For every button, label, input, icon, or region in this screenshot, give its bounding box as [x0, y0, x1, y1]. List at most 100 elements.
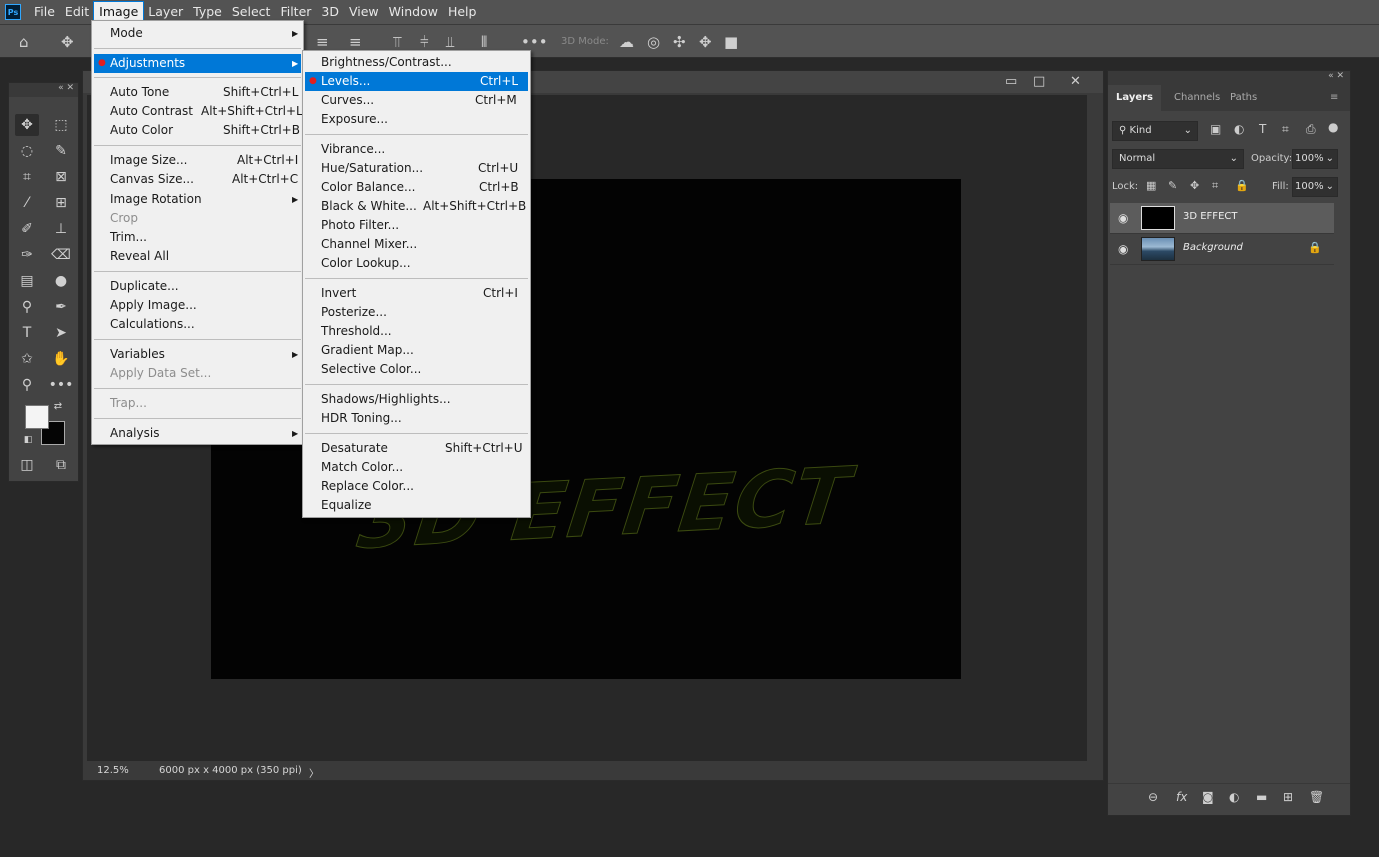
menu-item-threshold[interactable]: Threshold... [305, 322, 528, 341]
fill-input[interactable]: 100% ⌄ [1292, 177, 1338, 197]
frame-tool-icon[interactable]: ⊠ [49, 166, 73, 188]
opacity-input[interactable]: 100% ⌄ [1292, 149, 1338, 169]
menu-item-brightness-contrast[interactable]: Brightness/Contrast... [305, 53, 528, 72]
path-selection-tool-icon[interactable]: ➤ [49, 322, 73, 344]
filter-smart-object-icon[interactable]: ⎙ [1306, 122, 1316, 137]
layers-panel-header[interactable]: « ✕ [1108, 71, 1350, 85]
crop-tool-icon[interactable]: ⌗ [15, 166, 39, 188]
blur-tool-icon[interactable]: ● [49, 270, 73, 292]
link-layers-icon[interactable]: ⊖ [1148, 790, 1158, 804]
distribute-middle-icon[interactable]: ⫩ [420, 33, 429, 51]
visibility-eye-icon[interactable]: ◉ [1118, 242, 1128, 256]
swap-colors-icon[interactable]: ⇄ [51, 399, 65, 413]
distribute-bottom-icon[interactable]: ⫫ [446, 33, 454, 51]
filter-adjustment-icon[interactable]: ◐ [1234, 122, 1244, 136]
menu-type[interactable]: Type [188, 2, 227, 22]
menu-item-variables[interactable]: Variables ▶ [94, 345, 301, 364]
menu-file[interactable]: File [29, 2, 60, 22]
history-brush-tool-icon[interactable]: ✑ [15, 244, 39, 266]
menu-filter[interactable]: Filter [275, 2, 316, 22]
layer-filter-select[interactable]: ⚲ Kind ⌄ [1112, 121, 1198, 141]
menu-edit[interactable]: Edit [60, 2, 94, 22]
edit-toolbar-icon[interactable]: ••• [49, 374, 74, 396]
menu-item-canvas-size[interactable]: Canvas Size... Alt+Ctrl+C [94, 170, 301, 189]
zoom-level[interactable]: 12.5% [97, 765, 129, 776]
hand-tool-icon[interactable]: ✋ [49, 348, 73, 370]
menu-item-curves[interactable]: Curves... Ctrl+M [305, 91, 528, 110]
dodge-tool-icon[interactable]: ⚲ [15, 296, 39, 318]
3d-roll-icon[interactable]: ◎ [647, 33, 660, 51]
vertical-scrollbar[interactable] [1089, 95, 1101, 761]
panel-menu-icon[interactable]: ≡ [1326, 85, 1342, 111]
tools-panel-header[interactable]: « ✕ [9, 83, 78, 97]
menu-image[interactable]: Image [93, 1, 145, 23]
menu-item-equalize[interactable]: Equalize [305, 496, 528, 515]
filter-shape-icon[interactable]: ⌗ [1282, 122, 1289, 137]
restore-icon[interactable]: □ [1033, 74, 1045, 89]
menu-item-desaturate[interactable]: Desaturate Shift+Ctrl+U [305, 439, 528, 458]
adjustment-layer-icon[interactable]: ◐ [1229, 790, 1239, 804]
move-tool-icon[interactable]: ✥ [15, 114, 39, 136]
menu-item-analysis[interactable]: Analysis ▶ [94, 424, 301, 443]
custom-shape-tool-icon[interactable]: ✩ [15, 348, 39, 370]
menu-item-shadows-highlights[interactable]: Shadows/Highlights... [305, 390, 528, 409]
lock-transparent-pixels-icon[interactable]: ▦ [1146, 179, 1156, 192]
menu-3d[interactable]: 3D [316, 2, 344, 22]
menu-item-invert[interactable]: Invert Ctrl+I [305, 284, 528, 303]
menu-window[interactable]: Window [384, 2, 443, 22]
type-tool-icon[interactable]: T [15, 322, 39, 344]
3d-camera-icon[interactable]: ■ [724, 33, 738, 51]
screen-mode-icon[interactable]: ⧉ [49, 454, 73, 476]
menu-item-duplicate[interactable]: Duplicate... [94, 277, 301, 296]
menu-item-calculations[interactable]: Calculations... [94, 315, 301, 334]
menu-item-mode[interactable]: Mode ▶ [94, 24, 301, 43]
new-group-icon[interactable]: ▬ [1256, 790, 1267, 804]
menu-help[interactable]: Help [443, 2, 482, 22]
add-mask-icon[interactable]: ◙ [1202, 790, 1214, 804]
quick-mask-icon[interactable]: ◫ [15, 454, 39, 476]
3d-orbit-icon[interactable]: ☁ [619, 33, 634, 51]
menu-item-channel-mixer[interactable]: Channel Mixer... [305, 235, 528, 254]
pen-tool-icon[interactable]: ✒ [49, 296, 73, 318]
tab-channels[interactable]: Channels [1166, 85, 1228, 111]
lock-all-icon[interactable]: 🔒 [1235, 179, 1249, 192]
brush-tool-icon[interactable]: ✐ [15, 218, 39, 240]
menu-item-adjustments[interactable]: ● Adjustments ▶ [94, 54, 301, 73]
menu-item-image-rotation[interactable]: Image Rotation ▶ [94, 190, 301, 209]
filter-toggle-icon[interactable]: ● [1328, 120, 1338, 134]
filter-type-icon[interactable]: T [1259, 122, 1266, 136]
tab-layers[interactable]: Layers [1108, 85, 1161, 111]
menu-item-auto-tone[interactable]: Auto Tone Shift+Ctrl+L [94, 83, 301, 102]
delete-layer-icon[interactable]: 🗑 [1309, 790, 1324, 804]
layer-row-background[interactable]: ◉ Background 🔒 [1110, 234, 1334, 265]
default-colors-icon[interactable]: ◧ [21, 433, 35, 447]
zoom-tool-icon[interactable]: ⚲ [15, 374, 39, 396]
eyedropper-tool-icon[interactable]: ⁄ [15, 192, 39, 214]
status-menu-arrow-icon[interactable]: 〉 [309, 765, 319, 780]
menu-item-levels[interactable]: ● Levels... Ctrl+L [305, 72, 528, 91]
menu-item-auto-color[interactable]: Auto Color Shift+Ctrl+B [94, 121, 301, 140]
home-icon[interactable]: ⌂ [19, 33, 29, 51]
menu-item-color-balance[interactable]: Color Balance... Ctrl+B [305, 178, 528, 197]
lock-image-pixels-icon[interactable]: ✎ [1168, 179, 1177, 192]
menu-item-vibrance[interactable]: Vibrance... [305, 140, 528, 159]
visibility-eye-icon[interactable]: ◉ [1118, 211, 1128, 225]
marquee-tool-icon[interactable]: ⬚ [49, 114, 73, 136]
menu-item-selective-color[interactable]: Selective Color... [305, 360, 528, 379]
lasso-tool-icon[interactable]: ◌ [15, 140, 39, 162]
menu-item-image-size[interactable]: Image Size... Alt+Ctrl+I [94, 151, 301, 170]
healing-brush-tool-icon[interactable]: ⊞ [49, 192, 73, 214]
new-layer-icon[interactable]: ⊞ [1283, 790, 1293, 804]
3d-pan-icon[interactable]: ✣ [673, 33, 686, 51]
layer-row-3d-effect[interactable]: ◉ 3D EFFECT [1110, 203, 1334, 234]
more-options-icon[interactable]: ••• [521, 33, 548, 51]
menu-item-black-white[interactable]: Black & White... Alt+Shift+Ctrl+B [305, 197, 528, 216]
distribute-horizontal-icon[interactable]: ⫴ [481, 33, 487, 51]
align-bottom-icon[interactable]: ≡ [316, 33, 329, 51]
menu-item-photo-filter[interactable]: Photo Filter... [305, 216, 528, 235]
menu-item-hue-saturation[interactable]: Hue/Saturation... Ctrl+U [305, 159, 528, 178]
lock-artboard-icon[interactable]: ⌗ [1212, 179, 1218, 193]
minimize-icon[interactable]: ▭ [1005, 74, 1017, 89]
fx-icon[interactable]: fx [1176, 790, 1187, 804]
menu-item-posterize[interactable]: Posterize... [305, 303, 528, 322]
